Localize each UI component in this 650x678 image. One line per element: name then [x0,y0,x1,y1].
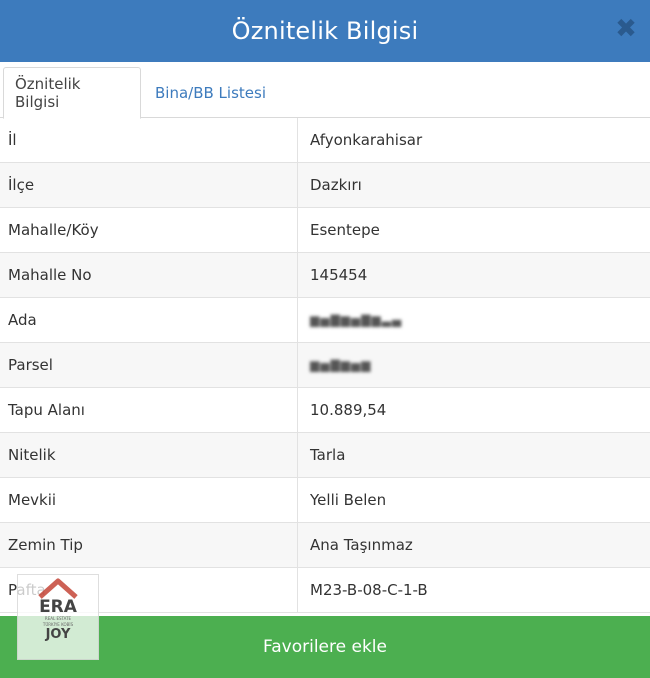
row-label: İl [0,118,298,162]
attribute-table: İl Afyonkarahisar İlçe Dazkırı Mahalle/K… [0,118,650,613]
row-label: Nitelik [0,433,298,477]
tab-oznitelik-bilgisi[interactable]: Öznitelik Bilgisi [3,67,141,119]
row-label: Zemin Tip [0,523,298,567]
table-row: Mevkii Yelli Belen [0,478,650,523]
table-row: İl Afyonkarahisar [0,118,650,163]
row-value: Dazkırı [310,176,362,194]
row-label: Parsel [0,343,298,387]
row-label: Mahalle/Köy [0,208,298,252]
table-row: Mahalle No 145454 [0,253,650,298]
watermark-office: JOY [45,627,71,642]
row-value: 145454 [310,266,368,284]
row-value: Tarla [310,446,346,464]
row-label: İlçe [0,163,298,207]
house-roof-icon [38,578,78,599]
table-row: Nitelik Tarla [0,433,650,478]
row-value-redacted: ▆▅▇▆▅▆ [298,343,650,387]
row-value: M23-B-08-C-1-B [310,581,428,599]
row-value: Afyonkarahisar [310,131,423,149]
table-row: Ada ▆▅▇▆▅▇▆▃▄ [0,298,650,343]
row-value: Ana Taşınmaz [310,536,413,554]
row-label: Mahalle No [0,253,298,297]
tab-bina-bb-listesi[interactable]: Bina/BB Listesi [144,67,277,119]
table-row: Zemin Tip Ana Taşınmaz [0,523,650,568]
row-label: Tapu Alanı [0,388,298,432]
row-value-redacted: ▆▅▇▆▅▇▆▃▄ [298,298,650,342]
watermark-brand: ERA [39,597,77,617]
close-icon[interactable]: ✖ [612,14,640,44]
tab-bar: Öznitelik Bilgisi Bina/BB Listesi [0,62,650,119]
dialog-title: Öznitelik Bilgisi [231,17,419,45]
era-joy-watermark-logo: ERA REAL ESTATE TÜRKİYE KOBİS JOY [17,574,99,660]
row-value: 10.889,54 [310,401,387,419]
table-row: Mahalle/Köy Esentepe [0,208,650,253]
row-label: Ada [0,298,298,342]
row-label: Mevkii [0,478,298,522]
table-row: İlçe Dazkırı [0,163,650,208]
table-row: Tapu Alanı 10.889,54 [0,388,650,433]
table-row: Parsel ▆▅▇▆▅▆ [0,343,650,388]
redacted-value: ▆▅▇▆▅▆ [310,358,372,372]
row-value: Yelli Belen [310,491,387,509]
dialog-header: Öznitelik Bilgisi ✖ [0,0,650,62]
row-value: Esentepe [310,221,380,239]
redacted-value: ▆▅▇▆▅▇▆▃▄ [310,313,403,327]
